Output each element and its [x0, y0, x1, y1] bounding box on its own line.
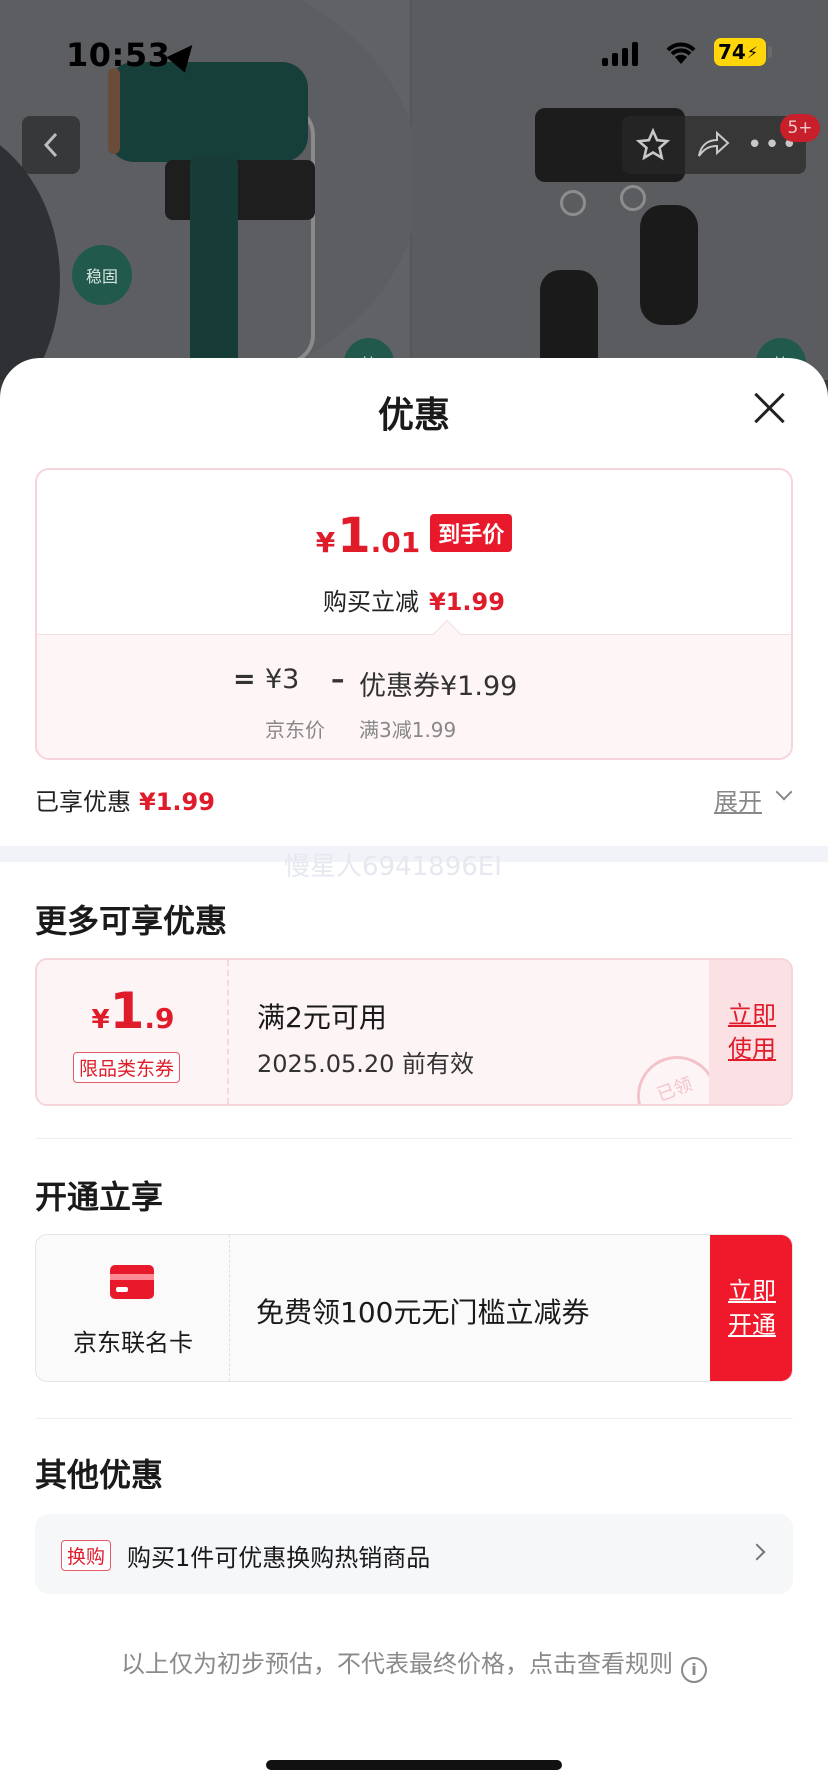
coupon-expiry: 2025.05.20 前有效: [257, 1050, 475, 1078]
divider-line: [35, 1418, 793, 1419]
trade-in-text: 购买1件可优惠换购热销商品: [127, 1544, 431, 1572]
user-watermark: 慢星人6941896EI: [284, 852, 502, 882]
open-offers-title: 开通立享: [35, 1178, 164, 1216]
trade-in-offer-row[interactable]: 换购 购买1件可优惠换购热销商品: [35, 1514, 793, 1594]
cobrand-card-name: 京东联名卡: [73, 1329, 193, 1357]
purchase-discount-line: 购买立减 ¥1.99: [323, 588, 505, 616]
coupon-condition: 满2元可用: [257, 1001, 387, 1034]
wifi-icon: [666, 42, 696, 64]
info-icon[interactable]: i: [681, 1656, 707, 1683]
share-arrow-icon: [698, 130, 730, 157]
cart-count-badge: 5+: [780, 114, 820, 142]
use-coupon-button[interactable]: 立即使用: [709, 960, 791, 1104]
jd-price-label: 京东价: [265, 718, 325, 742]
battery-level: 74: [718, 40, 746, 64]
back-button[interactable]: [22, 116, 80, 174]
open-card-button[interactable]: 立即开通: [710, 1235, 792, 1381]
status-bar: 10:53 74 ⚡: [0, 0, 828, 100]
coupon-amount: ¥1.9: [91, 982, 175, 1040]
home-indicator[interactable]: [266, 1760, 562, 1770]
sheet-title: 优惠: [377, 395, 450, 436]
price-disclaimer[interactable]: 以上仅为初步预估，不代表最终价格，点击查看规则 i: [0, 1644, 828, 1683]
close-icon[interactable]: [748, 386, 792, 430]
enjoyed-discount: 已享优惠 ¥1.99: [35, 788, 215, 816]
charging-bolt-icon: ⚡: [746, 42, 759, 62]
more-offers-title: 更多可享优惠: [35, 902, 228, 940]
cobrand-card-description: 免费领100元无门槛立减券: [256, 1296, 590, 1329]
cobrand-card-offer: 京东联名卡 免费领100元无门槛立减券 立即开通: [35, 1234, 793, 1382]
location-arrow-icon: [166, 37, 202, 73]
car-key-image: [640, 205, 698, 325]
cellular-signal-icon: [602, 42, 638, 66]
chevron-down-icon[interactable]: [775, 783, 793, 801]
final-price-tag: 到手价: [430, 514, 513, 552]
divider-line: [35, 1138, 793, 1139]
coupon-discount-value: 优惠券¥1.99: [359, 671, 518, 702]
coupon-card: ¥1.9 限品类东券 满2元可用 2025.05.20 前有效 已领 立即使用: [35, 958, 793, 1106]
expand-details-link[interactable]: 展开: [714, 782, 762, 817]
other-offers-title: 其他优惠: [35, 1456, 164, 1494]
wall-bracket-image: [165, 160, 315, 220]
minus-sign: –: [331, 664, 345, 695]
star-icon: [636, 128, 670, 161]
coupon-type-badge: 限品类东券: [73, 1052, 181, 1083]
trade-in-tag: 换购: [61, 1540, 112, 1571]
coupon-rule-label: 满3减1.99: [359, 718, 457, 742]
share-button[interactable]: [684, 116, 742, 174]
final-price: ¥ 1 .01 到手价: [37, 508, 791, 564]
jd-price-value: ¥3: [265, 664, 300, 695]
chevron-left-icon: [43, 132, 58, 158]
favorite-button[interactable]: [624, 116, 682, 174]
status-time: 10:53: [66, 36, 171, 74]
battery-indicator: 74 ⚡: [714, 38, 766, 66]
credit-card-icon: [110, 1265, 154, 1299]
feature-bubble-sturdy: 稳固: [72, 245, 132, 305]
equals-sign: =: [233, 664, 256, 695]
offers-bottom-sheet: 优惠 ¥ 1 .01 到手价 购买立减 ¥1.99 = ¥3 – 优惠券¥1.99…: [0, 358, 828, 1792]
final-price-card: ¥ 1 .01 到手价 购买立减 ¥1.99 = ¥3 – 优惠券¥1.99 京东…: [35, 468, 793, 760]
chevron-right-icon: [748, 1543, 766, 1561]
